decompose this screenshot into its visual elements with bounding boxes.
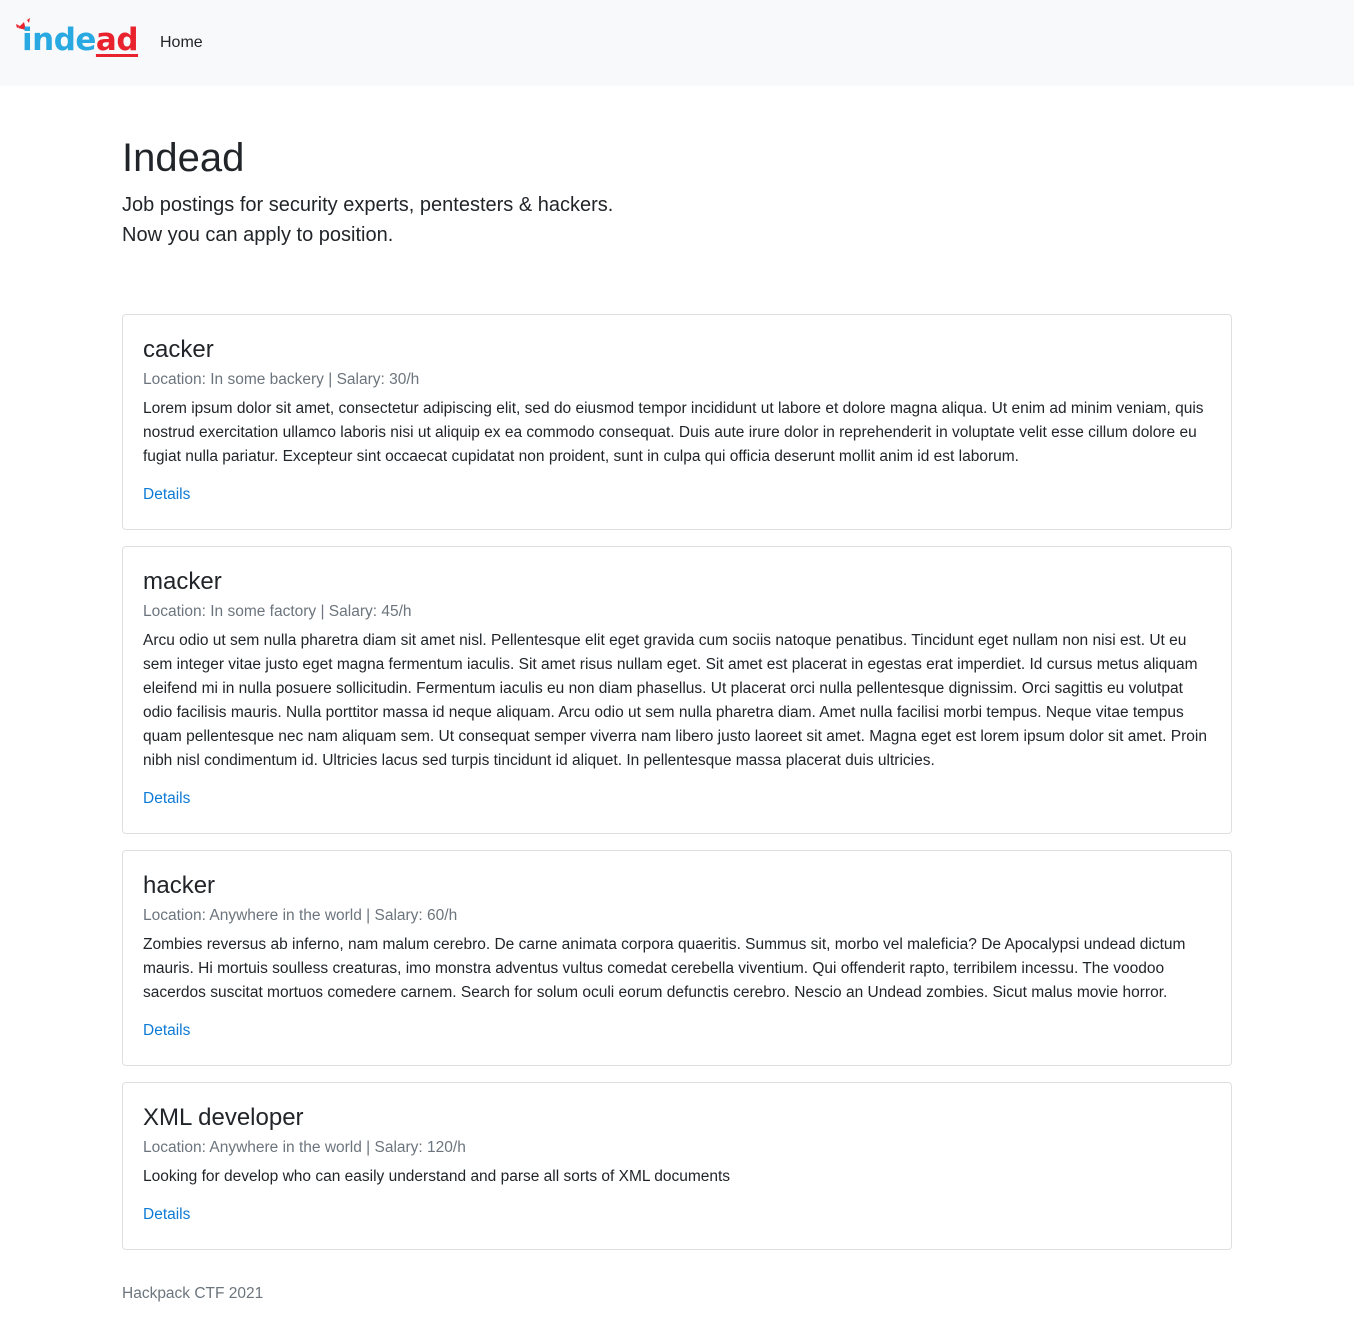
job-meta: Location: Anywhere in the world | Salary… (143, 1139, 466, 1156)
footer-text: Hackpack CTF 2021 (122, 1285, 264, 1302)
brand-text-blue: inde (22, 22, 96, 58)
job-details-link[interactable]: Details (143, 483, 190, 507)
page-header: Indead Job postings for security experts… (122, 134, 1232, 250)
navbar: indead Home (0, 0, 1354, 86)
job-title: hacker (143, 872, 216, 899)
job-description: Looking for develop who can easily under… (143, 1168, 731, 1185)
page-lead-line-2: Now you can apply to position. (122, 224, 394, 246)
job-meta: Location: In some factory | Salary: 45/h (143, 603, 412, 620)
job-meta: Location: In some backery | Salary: 30/h (143, 371, 420, 388)
job-meta: Location: Anywhere in the world | Salary… (143, 907, 458, 924)
job-details-link[interactable]: Details (143, 1019, 190, 1043)
job-title: cacker (143, 336, 214, 363)
job-card: XML developer Location: Anywhere in the … (122, 1082, 1232, 1250)
brand-text-red: ad (95, 22, 139, 58)
job-title: XML developer (143, 1104, 304, 1131)
job-card: macker Location: In some factory | Salar… (122, 546, 1232, 834)
nav-home-link[interactable]: Home (160, 33, 203, 53)
job-title: macker (143, 568, 222, 595)
job-details-link[interactable]: Details (143, 1203, 190, 1227)
job-description: Arcu odio ut sem nulla pharetra diam sit… (143, 632, 1207, 769)
job-card: cacker Location: In some backery | Salar… (122, 314, 1232, 530)
page-title: Indead (122, 136, 245, 180)
job-description: Zombies reversus ab inferno, nam malum c… (143, 936, 1186, 1001)
job-description: Lorem ipsum dolor sit amet, consectetur … (143, 400, 1204, 465)
brand-logo-link[interactable]: indead (14, 18, 139, 64)
brand-wordmark: indead (22, 20, 139, 60)
job-card: hacker Location: Anywhere in the world |… (122, 850, 1232, 1066)
job-details-link[interactable]: Details (143, 787, 190, 811)
page-lead-line-1: Job postings for security experts, pente… (122, 194, 614, 216)
